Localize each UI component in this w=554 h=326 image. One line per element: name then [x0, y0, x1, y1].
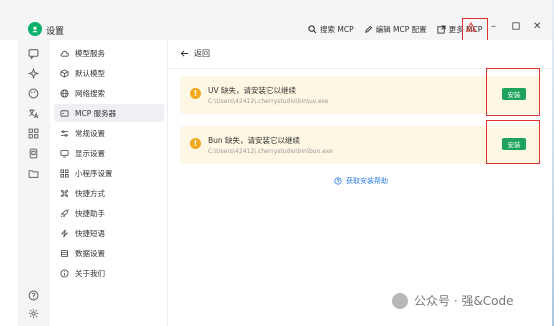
- nav-item-display-settings[interactable]: 显示设置: [54, 144, 164, 162]
- sliders-icon: [60, 129, 69, 137]
- alert-path: C:\Users\42412\.cherrystudio\bin\uv.exe: [208, 98, 329, 105]
- nav-item-default-model[interactable]: 默认模型: [54, 64, 164, 82]
- edit-mcp-config-label: 编辑 MCP 配置: [375, 24, 427, 34]
- translate-icon[interactable]: [26, 106, 40, 120]
- sparkle-icon[interactable]: [26, 66, 40, 80]
- back-label: 返回: [194, 49, 210, 58]
- window-title: 设置: [46, 27, 65, 37]
- minimize-button[interactable]: –: [491, 22, 496, 32]
- nav-item-mini-app-settings[interactable]: 小程序设置: [54, 164, 164, 182]
- annotation-highlight-install-uv: [486, 68, 540, 116]
- watermark-text: 公众号 · 强&Code: [414, 294, 514, 308]
- main-panel: 返回 ! UV 缺失，请安装它以继续 C:\Users\42412\.cherr…: [168, 40, 552, 326]
- app-logo-icon: [28, 22, 42, 36]
- nav-item-label: 常规设置: [75, 128, 105, 138]
- cube-icon: [60, 68, 69, 78]
- files-icon[interactable]: [26, 146, 40, 160]
- maximize-icon: [512, 22, 520, 30]
- globe-icon: [60, 88, 69, 98]
- grid-icon: [60, 168, 69, 178]
- external-link-icon: [437, 24, 446, 34]
- rocket-icon: [60, 208, 69, 217]
- annotation-highlight-install-bun: [486, 120, 540, 164]
- command-icon: [60, 189, 69, 197]
- search-mcp-label: 搜索 MCP: [320, 24, 354, 34]
- title-bar: 设置 搜索 MCP 编辑 MCP 配置 更多 MCP – ✕: [0, 0, 552, 54]
- nav-item-label: 快捷方式: [75, 188, 105, 198]
- folder-icon[interactable]: [26, 166, 40, 180]
- maximize-button[interactable]: [512, 22, 520, 33]
- nav-item-web-search[interactable]: 网络搜索: [54, 84, 164, 102]
- alert-path: C:\Users\42412\.cherrystudio\bin\bun.exe: [208, 148, 333, 155]
- info-icon: [60, 268, 69, 278]
- alert-info-icon: !: [190, 138, 201, 149]
- search-mcp-button[interactable]: 搜索 MCP: [308, 24, 354, 35]
- apps-grid-icon[interactable]: [26, 126, 40, 140]
- palette-icon[interactable]: [26, 86, 40, 100]
- help-circle-icon: [334, 177, 342, 185]
- edit-icon: [364, 25, 372, 33]
- nav-item-quick-assistant[interactable]: 快捷助手: [54, 204, 164, 222]
- cloud-icon: [60, 50, 69, 57]
- icon-rail: [18, 40, 50, 326]
- settings-gear-icon[interactable]: [26, 306, 40, 320]
- alert-info-icon: !: [190, 88, 201, 99]
- chat-icon[interactable]: [26, 46, 40, 60]
- toolbar: 搜索 MCP 编辑 MCP 配置 更多 MCP: [308, 22, 482, 36]
- help-icon[interactable]: [26, 288, 40, 302]
- search-icon: [308, 24, 317, 33]
- nav-item-label: 显示设置: [75, 148, 105, 158]
- install-help-link[interactable]: 获取安装帮助: [334, 176, 388, 186]
- nav-item-model-service[interactable]: 模型服务: [54, 44, 164, 62]
- nav-item-label: 关于我们: [75, 268, 105, 278]
- wechat-logo-icon: [392, 292, 408, 309]
- nav-item-label: 快捷短语: [75, 228, 105, 238]
- nav-item-label: 数据设置: [75, 248, 105, 258]
- alert-message: Bun 缺失，请安装它以继续: [208, 136, 301, 145]
- nav-item-about-us[interactable]: 关于我们: [54, 264, 164, 282]
- alert-message: UV 缺失，请安装它以继续: [208, 86, 297, 95]
- edit-mcp-config-button[interactable]: 编辑 MCP 配置: [364, 24, 427, 35]
- nav-item-quick-phrases[interactable]: 快捷短语: [54, 224, 164, 242]
- nav-item-label: 网络搜索: [75, 88, 105, 98]
- zap-icon: [60, 229, 69, 237]
- nav-item-label: 模型服务: [75, 48, 105, 58]
- help-link-label: 获取安装帮助: [346, 177, 388, 185]
- watermark: 公众号 · 强&Code: [392, 292, 514, 309]
- settings-nav: 模型服务 默认模型 网络搜索 MCP 服务器 常规设置 显示设置 小程序设置 快…: [50, 40, 168, 326]
- nav-item-label: MCP 服务器: [75, 108, 117, 118]
- nav-item-label: 默认模型: [75, 68, 105, 78]
- arrow-left-icon: [180, 50, 189, 57]
- server-icon: [60, 109, 69, 117]
- monitor-icon: [60, 149, 69, 158]
- nav-item-label: 小程序设置: [75, 168, 113, 178]
- database-icon: [60, 249, 69, 257]
- close-button[interactable]: ✕: [533, 22, 541, 32]
- nav-item-label: 快捷助手: [75, 208, 105, 218]
- nav-item-shortcuts[interactable]: 快捷方式: [54, 184, 164, 202]
- nav-item-mcp-server[interactable]: MCP 服务器: [54, 104, 164, 122]
- back-button[interactable]: 返回: [180, 48, 210, 59]
- nav-item-data-settings[interactable]: 数据设置: [54, 244, 164, 262]
- app-window: 设置 搜索 MCP 编辑 MCP 配置 更多 MCP – ✕ 模型服务 默认模型…: [0, 0, 552, 326]
- nav-item-general-settings[interactable]: 常规设置: [54, 124, 164, 142]
